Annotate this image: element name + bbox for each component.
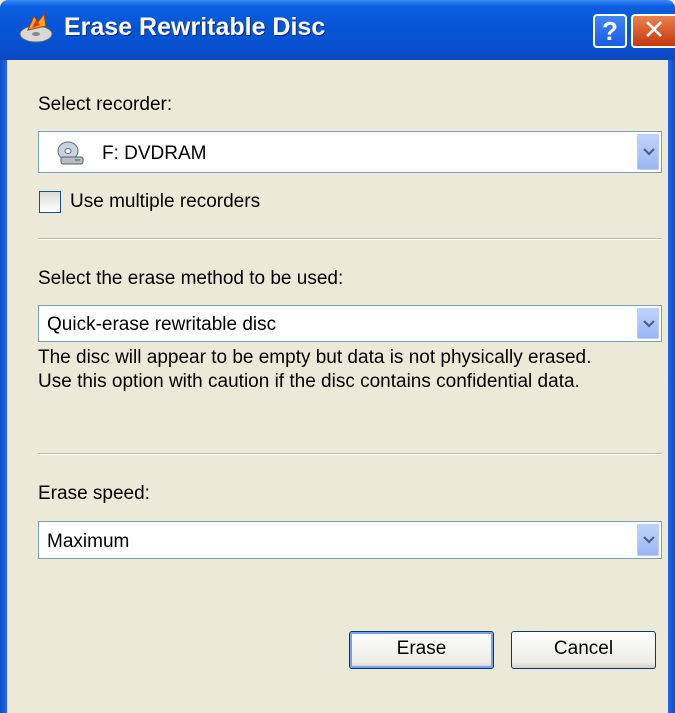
erase-method-selected-value: Quick-erase rewritable disc	[47, 314, 277, 335]
help-button[interactable]: ?	[593, 14, 627, 48]
use-multiple-recorders-checkbox[interactable]	[39, 191, 61, 213]
help-icon: ?	[602, 16, 618, 46]
cancel-button[interactable]: Cancel	[511, 631, 656, 669]
title-bar[interactable]: Erase Rewritable Disc ? ✕	[0, 0, 675, 60]
description-line-1: The disc will appear to be empty but dat…	[38, 347, 592, 368]
window-title: Erase Rewritable Disc	[64, 13, 326, 41]
erase-button[interactable]: Erase	[349, 631, 494, 669]
close-button[interactable]: ✕	[631, 14, 675, 48]
erase-speed-dropdown-button[interactable]	[637, 524, 659, 556]
erase-method-description: The disc will appear to be empty but dat…	[38, 346, 591, 394]
separator	[38, 238, 662, 240]
recorder-selected-value: F: DVDRAM	[102, 143, 207, 164]
erase-method-label: Select the erase method to be used:	[38, 268, 344, 289]
recorder-dropdown-button[interactable]	[637, 134, 659, 170]
description-line-2: Use this option with caution if the disc…	[38, 371, 580, 392]
chevron-down-icon	[643, 536, 655, 544]
window-border-right	[668, 60, 675, 713]
chevron-down-icon	[643, 148, 655, 156]
window-border-left	[0, 60, 7, 713]
select-recorder-label: Select recorder:	[38, 94, 173, 115]
erase-speed-label: Erase speed:	[38, 483, 150, 504]
erase-method-dropdown[interactable]: Quick-erase rewritable disc	[38, 305, 662, 342]
close-icon: ✕	[642, 15, 666, 45]
chevron-down-icon	[643, 319, 655, 328]
erase-method-dropdown-button[interactable]	[637, 308, 659, 339]
disc-burn-app-icon	[18, 12, 58, 46]
erase-speed-selected-value: Maximum	[47, 531, 130, 552]
separator	[38, 453, 662, 455]
erase-speed-dropdown[interactable]: Maximum	[38, 521, 662, 559]
use-multiple-recorders-label[interactable]: Use multiple recorders	[70, 191, 260, 213]
recorder-dropdown[interactable]: F: DVDRAM	[38, 131, 662, 173]
dvd-drive-icon	[55, 139, 85, 172]
